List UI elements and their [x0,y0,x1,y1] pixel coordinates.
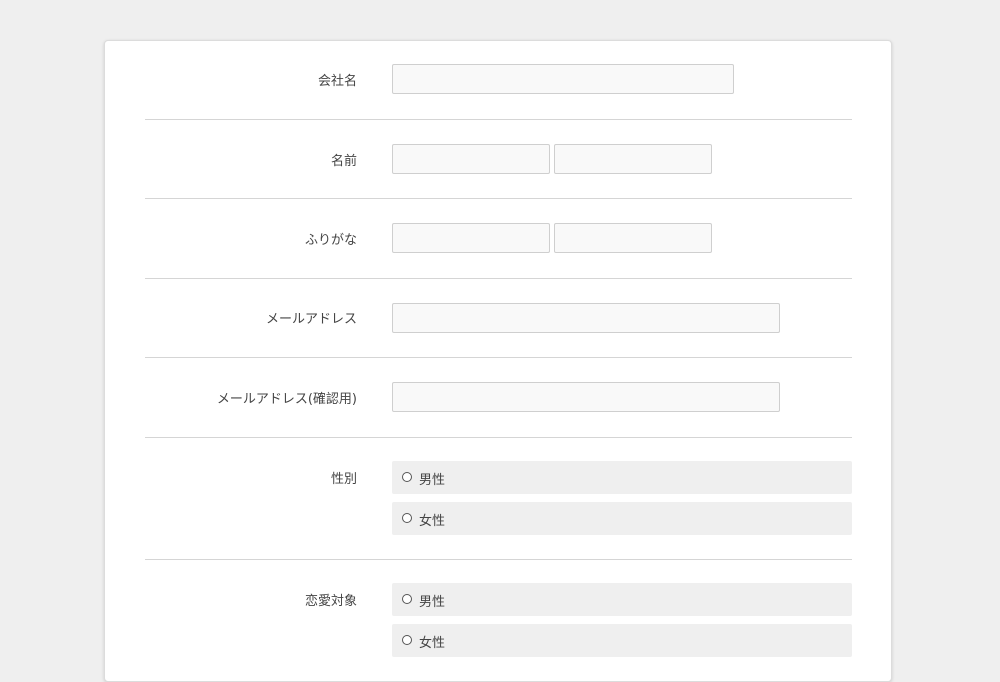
email-label: メールアドレス [265,312,357,327]
radio-button[interactable] [402,635,412,645]
name-label: 名前 [330,154,357,169]
divider [145,437,852,438]
divider [145,278,852,279]
radio-button[interactable] [402,472,412,482]
divider [145,198,852,199]
radio-button[interactable] [402,594,412,604]
first-name-input[interactable] [554,144,712,174]
radio-label: 男性 [419,595,446,610]
radio-label: 女性 [419,636,446,651]
company-label: 会社名 [317,74,357,89]
last-name-furigana-input[interactable] [392,223,550,253]
email-confirm-input[interactable] [392,382,780,412]
divider [145,559,852,560]
romance-target-option-male[interactable]: 男性 [392,583,852,616]
divider [145,357,852,358]
last-name-input[interactable] [392,144,550,174]
romance-target-option-female[interactable]: 女性 [392,624,852,657]
email-confirm-label: メールアドレス(確認用) [216,392,357,407]
romance-target-label: 恋愛対象 [304,594,357,609]
gender-label: 性別 [330,472,357,487]
divider [145,119,852,120]
radio-button[interactable] [402,513,412,523]
radio-label: 男性 [419,473,446,488]
first-name-furigana-input[interactable] [554,223,712,253]
company-name-input[interactable] [392,64,734,94]
furigana-label: ふりがな [304,233,357,248]
form-card: 会社名 名前 ふりがな メールアドレス メールアドレス(確認用) 性別 男性 女… [104,40,892,682]
radio-label: 女性 [419,514,446,529]
email-input[interactable] [392,303,780,333]
gender-option-male[interactable]: 男性 [392,461,852,494]
gender-option-female[interactable]: 女性 [392,502,852,535]
